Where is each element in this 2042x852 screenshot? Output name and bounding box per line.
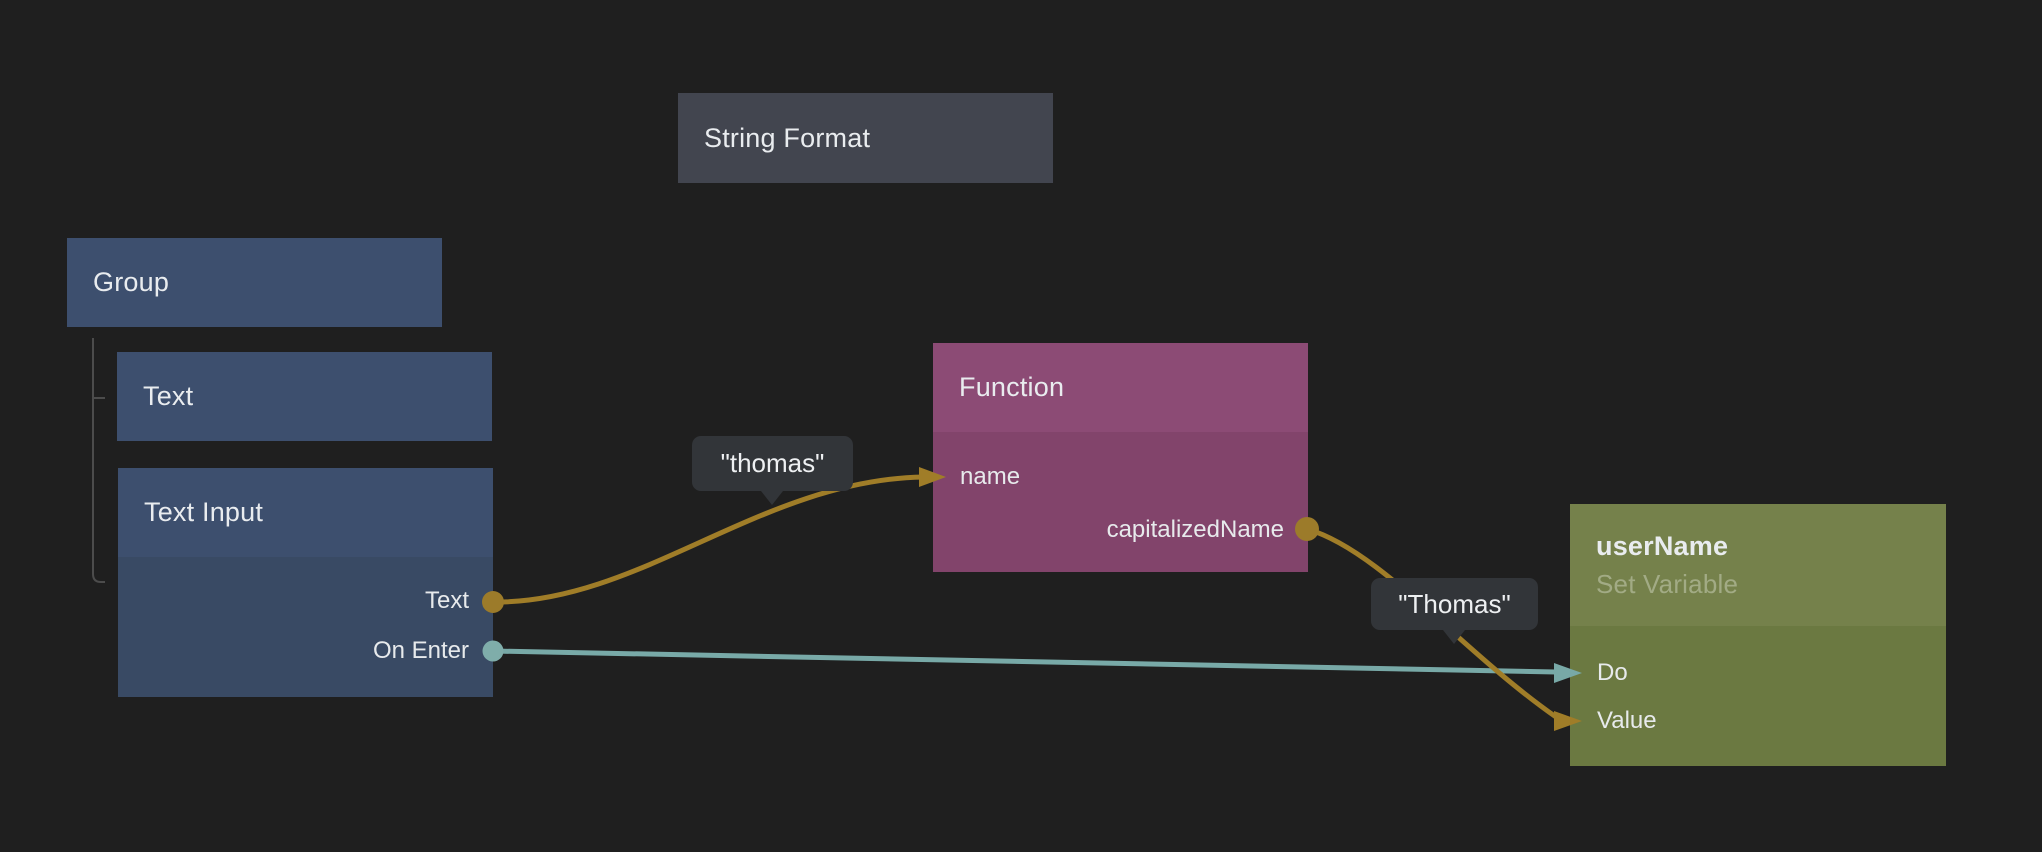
- wire-on-enter-to-do[interactable]: [493, 651, 1556, 672]
- tree-line-group-children: [93, 338, 105, 582]
- wire-value-text: "thomas": [721, 448, 825, 479]
- node-title-function: Function: [959, 372, 1282, 403]
- node-graph-canvas[interactable]: String Format Group Text Text Input Text…: [0, 0, 2042, 852]
- node-title-text: Text: [143, 381, 466, 412]
- node-title-text-input: Text Input: [144, 497, 467, 528]
- node-title-group: Group: [93, 267, 416, 298]
- port-label-on-enter-output: On Enter: [373, 637, 469, 665]
- wire-value-tooltip-thomas-capitalized: "Thomas": [1371, 578, 1538, 630]
- wire-value-tooltip-thomas-lowercase: "thomas": [692, 436, 853, 491]
- wire-text-to-name[interactable]: [493, 477, 923, 602]
- node-username-set-variable[interactable]: userName Set Variable Do Value: [1570, 504, 1946, 766]
- node-subtitle-set-variable: Set Variable: [1596, 569, 1920, 600]
- node-string-format[interactable]: String Format: [678, 93, 1053, 183]
- node-title-string-format: String Format: [704, 123, 1027, 154]
- port-label-name-input: name: [960, 463, 1020, 491]
- port-label-value-input: Value: [1597, 707, 1657, 735]
- node-text-input[interactable]: Text Input Text On Enter: [118, 468, 493, 697]
- wire-value-text: "Thomas": [1398, 589, 1510, 620]
- node-title-username: userName: [1596, 531, 1920, 562]
- node-function[interactable]: Function name capitalizedName: [933, 343, 1308, 572]
- port-label-do-input: Do: [1597, 659, 1628, 687]
- node-text[interactable]: Text: [117, 352, 492, 441]
- port-label-capitalizedname-output: capitalizedName: [1107, 516, 1284, 544]
- node-group[interactable]: Group: [67, 238, 442, 327]
- port-label-text-output: Text: [425, 587, 469, 615]
